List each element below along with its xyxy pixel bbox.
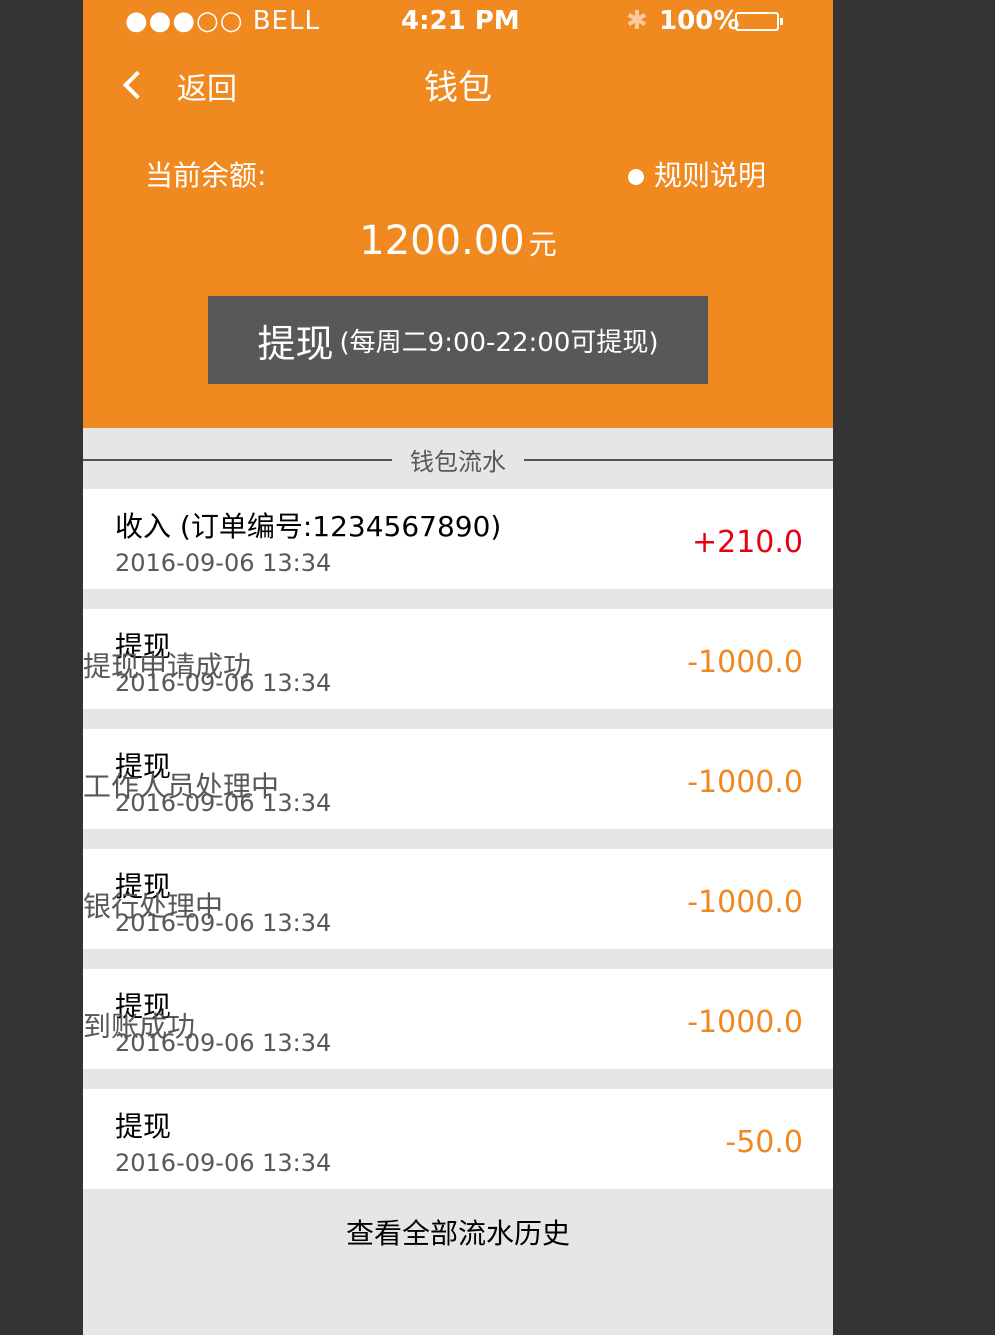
rules-link[interactable]: 规则说明 <box>628 154 766 194</box>
list-item[interactable]: 收入 (订单编号:1234567890) 2016-09-06 13:34 +210… <box>83 489 833 589</box>
page-title: 钱包 <box>424 68 492 108</box>
list-item[interactable]: 提现 2016-09-06 13:34 工作人员处理中 -1000.0 <box>83 729 833 829</box>
battery-icon <box>735 12 783 31</box>
withdraw-label: 提现 <box>257 321 334 366</box>
flow-section-header: 钱包流水 <box>83 430 833 488</box>
carrier-signal: ●●●○○ BELL <box>125 6 320 36</box>
status-bar: ●●●○○ BELL 4:21 PM ✱ 100% <box>83 0 833 44</box>
battery-percent: 100% <box>659 6 740 36</box>
status-time: 4:21 PM <box>401 6 520 36</box>
bluetooth-icon: ✱ <box>626 6 648 36</box>
info-dot-icon <box>628 169 644 185</box>
withdraw-button[interactable]: 提现 (每周二9:00-22:00可提现) <box>208 296 708 384</box>
record-amount: -1000.0 <box>687 885 803 920</box>
record-amount: -1000.0 <box>687 765 803 800</box>
list-item[interactable]: 提现 2016-09-06 13:34 -50.0 <box>83 1089 833 1189</box>
list-item[interactable]: 提现 2016-09-06 13:34 到账成功 -1000.0 <box>83 969 833 1069</box>
record-amount: +210.0 <box>691 525 803 560</box>
list-item[interactable]: 提现 2016-09-06 13:34 提现申请成功 -1000.0 <box>83 609 833 709</box>
withdraw-hint: (每周二9:00-22:00可提现) <box>339 327 659 358</box>
record-amount: -1000.0 <box>687 1005 803 1040</box>
record-amount: -1000.0 <box>687 645 803 680</box>
record-status <box>83 1125 833 1169</box>
rules-label: 规则说明 <box>654 159 767 192</box>
balance-value: 1200.00 <box>359 218 525 264</box>
wallet-screen: ●●●○○ BELL 4:21 PM ✱ 100% 返回 钱包 当前余额: 规则… <box>83 0 833 1335</box>
balance-amount: 1200.00 元 <box>83 218 833 264</box>
list-item[interactable]: 提现 2016-09-06 13:34 银行处理中 -1000.0 <box>83 849 833 949</box>
wallet-header: ●●●○○ BELL 4:21 PM ✱ 100% 返回 钱包 当前余额: 规则… <box>83 0 833 428</box>
record-amount: -50.0 <box>725 1125 803 1160</box>
flow-title: 钱包流水 <box>392 448 524 476</box>
balance-label: 当前余额: <box>145 159 267 192</box>
view-all-history-link[interactable]: 查看全部流水历史 <box>83 1212 833 1252</box>
balance-unit: 元 <box>528 228 557 261</box>
